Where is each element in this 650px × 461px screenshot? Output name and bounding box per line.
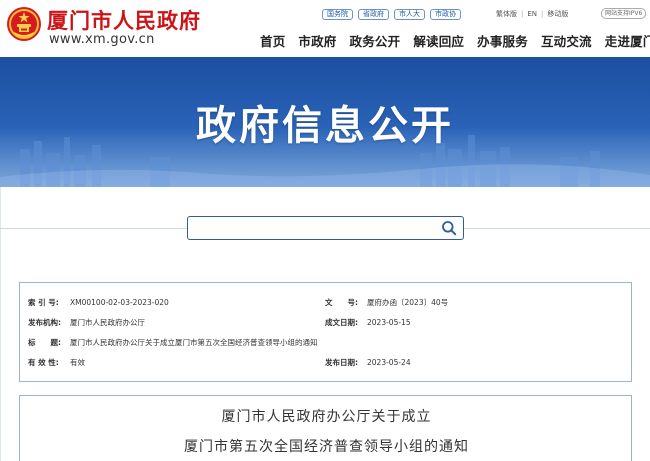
util-separator: |	[541, 10, 544, 18]
top-link-state-council[interactable]: 国务院	[322, 8, 353, 20]
top-links: 国务院 省政府 市人大 市政协	[322, 8, 466, 20]
written-date-label: 成文日期:	[325, 318, 358, 327]
document-title-line-2: 厦门市第五次全国经济普查领导小组的通知	[184, 439, 469, 455]
meta-row: 有 效 性: 有效 发布日期: 2023-05-24	[20, 356, 633, 370]
banner: 政府信息公开	[0, 57, 650, 187]
ipv6-badge: 网站支持IPV6	[601, 8, 647, 19]
banner-title: 政府信息公开	[196, 103, 454, 149]
publish-date-label: 发布日期:	[325, 358, 358, 367]
nav-services[interactable]: 办事服务	[477, 31, 528, 50]
meta-row: 索 引 号: XM00100-02-03-2023-020 文 号: 厦府办函〔…	[20, 296, 633, 310]
site-name[interactable]: 厦门市人民政府	[47, 5, 201, 35]
mobile-link[interactable]: 移动版	[547, 9, 568, 19]
national-emblem-icon[interactable]	[6, 6, 42, 42]
top-link-cppcc[interactable]: 市政协	[430, 8, 461, 20]
meta-row: 标 题: 厦门市人民政府办公厅关于成立厦门市第五次全国经济普查领导小组的通知	[20, 336, 633, 350]
search-icon[interactable]	[441, 220, 457, 236]
document-title-line-1: 厦门市人民政府办公厅关于成立	[221, 409, 432, 425]
nav-interaction[interactable]: 互动交流	[541, 31, 592, 50]
top-link-province[interactable]: 省政府	[358, 8, 389, 20]
top-link-npc[interactable]: 市人大	[394, 8, 425, 20]
nav-about-xiamen[interactable]: 走进厦门	[605, 31, 650, 50]
document-number-label: 文 号:	[325, 298, 358, 307]
title-label: 标 题:	[28, 338, 61, 347]
document-title-box: 厦门市人民政府办公厅关于成立 厦门市第五次全国经济普查领导小组的通知	[19, 395, 632, 461]
document-metadata: 索 引 号: XM00100-02-03-2023-020 文 号: 厦府办函〔…	[19, 282, 632, 382]
nav-government-affairs[interactable]: 政务公开	[350, 31, 401, 50]
nav-home[interactable]: 首页	[260, 31, 285, 50]
written-date-value: 2023-05-15	[367, 318, 411, 327]
english-link[interactable]: EN	[527, 10, 537, 18]
issuer-label: 发布机构:	[28, 318, 61, 327]
main-nav: 首页 市政府 政务公开 解读回应 办事服务 互动交流 走进厦门	[260, 31, 650, 50]
index-number-label: 索 引 号:	[28, 298, 59, 307]
search-input[interactable]	[188, 217, 438, 239]
utility-links: 繁体版 | EN | 移动版	[496, 8, 568, 20]
issuer-value: 厦门市人民政府办公厅	[70, 318, 145, 327]
publish-date-value: 2023-05-24	[367, 358, 411, 367]
validity-value: 有效	[70, 358, 85, 367]
validity-label: 有 效 性:	[28, 358, 59, 367]
search-box	[187, 216, 464, 240]
document-number-value: 厦府办函〔2023〕40号	[367, 298, 449, 307]
site-url[interactable]: www.xm.gov.cn	[49, 32, 155, 47]
meta-row: 发布机构: 厦门市人民政府办公厅 成文日期: 2023-05-15	[20, 316, 633, 330]
util-separator: |	[521, 10, 524, 18]
title-value: 厦门市人民政府办公厅关于成立厦门市第五次全国经济普查领导小组的通知	[70, 338, 318, 347]
nav-interpretation[interactable]: 解读回应	[413, 31, 464, 50]
site-header: 厦门市人民政府 www.xm.gov.cn 国务院 省政府 市人大 市政协 繁体…	[0, 0, 650, 57]
index-number-value: XM00100-02-03-2023-020	[70, 298, 169, 307]
nav-city-government[interactable]: 市政府	[298, 31, 336, 50]
traditional-chinese-link[interactable]: 繁体版	[496, 9, 517, 19]
